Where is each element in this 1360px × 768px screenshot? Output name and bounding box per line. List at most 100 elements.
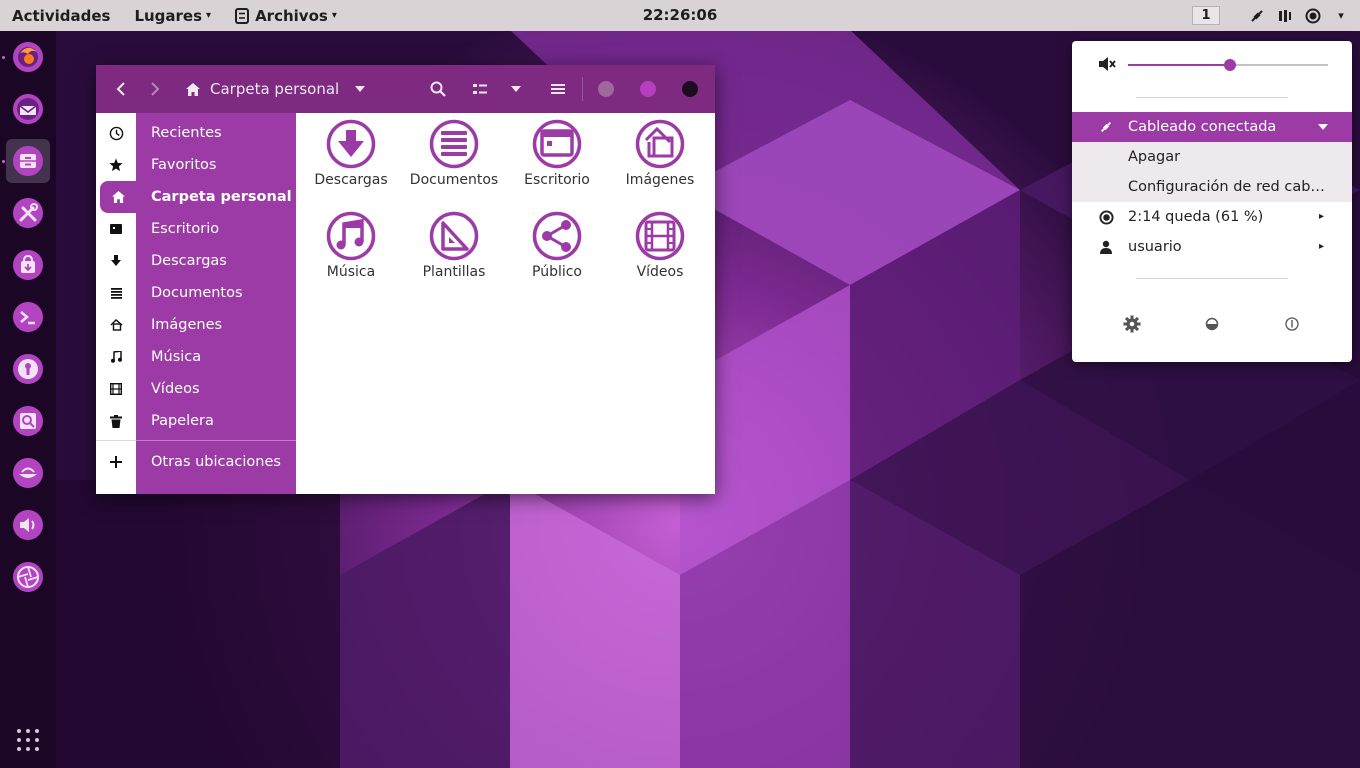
lock-button[interactable] <box>1201 313 1223 335</box>
view-toggle-button[interactable] <box>468 65 492 113</box>
music-folder-icon <box>326 211 376 261</box>
show-applications-icon[interactable] <box>16 728 40 752</box>
download-icon <box>96 245 136 277</box>
power-off-button[interactable] <box>1281 313 1303 335</box>
search-button[interactable] <box>426 65 450 113</box>
running-indicator <box>2 56 5 59</box>
folder-item[interactable]: Imágenes <box>610 113 710 189</box>
folder-label: Imágenes <box>625 172 695 188</box>
wired-turn-off-item[interactable]: Apagar <box>1072 142 1352 172</box>
menu-separator <box>1136 278 1288 279</box>
sidebar-item-home[interactable]: Carpeta personal <box>96 181 296 213</box>
files-icon[interactable] <box>6 139 50 183</box>
folder-item[interactable]: Descargas <box>301 113 401 189</box>
public-folder-icon <box>532 211 582 261</box>
network-wired-icon[interactable] <box>1248 7 1266 25</box>
view-options-button[interactable] <box>504 65 528 113</box>
plus-icon <box>96 446 136 478</box>
sidebar-item-trash[interactable]: Papelera <box>96 405 296 437</box>
back-button[interactable] <box>110 65 132 113</box>
folder-view: Descargas Documentos Escritorio Imágenes Mús… <box>296 113 715 494</box>
chevron-left-icon <box>116 82 125 96</box>
system-menu-chevron-icon[interactable]: ▾ <box>1332 7 1350 25</box>
maximize-button[interactable] <box>640 81 656 97</box>
sidebar-item-images[interactable]: Imágenes <box>96 309 296 341</box>
list-view-icon <box>473 84 487 94</box>
sidebar-item-label: Documentos <box>151 285 243 301</box>
minimize-button[interactable] <box>598 81 614 97</box>
hamburger-menu-icon <box>551 84 565 94</box>
volume-slider-handle[interactable] <box>1224 59 1236 71</box>
lock-screen-icon <box>1205 317 1219 331</box>
folder-label: Plantillas <box>422 264 486 280</box>
sidebar-item-music[interactable]: Música <box>96 341 296 373</box>
home-icon <box>186 82 200 96</box>
path-bar-home-button[interactable]: Carpeta personal <box>186 65 366 113</box>
firefox-icon[interactable] <box>6 35 50 79</box>
volume-slider-fill <box>1128 64 1230 66</box>
battery-item[interactable]: 2:14 queda (61 %) ▸ <box>1072 202 1352 232</box>
sidebar-item-videos[interactable]: Vídeos <box>96 373 296 405</box>
folder-item[interactable]: Escritorio <box>507 113 607 189</box>
folder-item[interactable]: Música <box>301 205 401 281</box>
turn-off-label: Apagar <box>1128 149 1181 165</box>
images-folder-icon <box>635 119 685 169</box>
sidebar-item-download[interactable]: Descargas <box>96 245 296 277</box>
battery-icon[interactable] <box>1304 7 1322 25</box>
wired-settings-label: Configuración de red cableada <box>1128 179 1328 195</box>
folder-item[interactable]: Vídeos <box>610 205 710 281</box>
sidebar-item-star[interactable]: Favoritos <box>96 149 296 181</box>
menu-button[interactable] <box>546 65 570 113</box>
volume-icon[interactable] <box>6 503 50 547</box>
chevron-down-icon <box>511 86 521 92</box>
star-icon <box>96 149 136 181</box>
user-item[interactable]: usuario ▸ <box>1072 232 1352 262</box>
folder-item[interactable]: Público <box>507 205 607 281</box>
sidebar-item-label: Música <box>151 349 202 365</box>
volume-row <box>1072 51 1352 79</box>
sidebar-item-other-locations[interactable]: Otras ubicaciones <box>96 446 296 478</box>
sidebar-item-documents[interactable]: Documentos <box>96 277 296 309</box>
sidebar-item-label: Carpeta personal <box>151 189 292 205</box>
volume-slider[interactable] <box>1128 59 1328 71</box>
terminal-icon[interactable] <box>6 295 50 339</box>
sidebar-item-label: Papelera <box>151 413 214 429</box>
sidebar-item-label: Descargas <box>151 253 227 269</box>
settings-tools-icon[interactable] <box>6 191 50 235</box>
sidebar-item-clock[interactable]: Recientes <box>96 117 296 149</box>
chevron-down-icon <box>355 86 366 92</box>
download-folder-icon <box>326 119 376 169</box>
gear-icon <box>1123 315 1141 333</box>
aperture-icon[interactable] <box>6 555 50 599</box>
settings-button[interactable] <box>1121 313 1143 335</box>
wired-connection-item[interactable]: Cableado conectada <box>1072 112 1352 142</box>
clock[interactable]: 22:26:06 <box>643 6 718 24</box>
wired-connection-label: Cableado conectada <box>1128 119 1277 135</box>
folder-item[interactable]: Plantillas <box>404 205 504 281</box>
sidebar-item-label: Escritorio <box>151 221 220 237</box>
sidebar-item-desktop[interactable]: Escritorio <box>96 213 296 245</box>
gedit-icon[interactable] <box>6 451 50 495</box>
keyring-icon[interactable] <box>6 347 50 391</box>
volume-muted-icon[interactable] <box>1276 7 1294 25</box>
activities-button[interactable]: Actividades <box>0 0 122 31</box>
workspace-indicator[interactable]: 1 <box>1192 6 1220 25</box>
menu-separator <box>1136 97 1288 98</box>
thunderbird-icon[interactable] <box>6 87 50 131</box>
chevron-down-icon: ▾ <box>206 10 212 21</box>
network-wired-icon <box>1098 119 1114 135</box>
software-bag-icon[interactable] <box>6 243 50 287</box>
places-menu[interactable]: Lugares ▾ <box>122 0 223 31</box>
path-label: Carpeta personal <box>210 80 340 98</box>
activities-label: Actividades <box>12 6 111 25</box>
app-menu[interactable]: Archivos ▾ <box>223 0 349 31</box>
battery-label: 2:14 queda (61 %) <box>1128 209 1264 225</box>
folder-item[interactable]: Documentos <box>404 113 504 189</box>
folder-label: Escritorio <box>524 172 590 188</box>
forward-button[interactable] <box>144 65 166 113</box>
close-button[interactable] <box>682 81 698 97</box>
wired-settings-item[interactable]: Configuración de red cableada <box>1072 172 1352 202</box>
videos-folder-icon <box>635 211 685 261</box>
image-viewer-icon[interactable] <box>6 399 50 443</box>
sidebar-divider <box>96 440 136 441</box>
